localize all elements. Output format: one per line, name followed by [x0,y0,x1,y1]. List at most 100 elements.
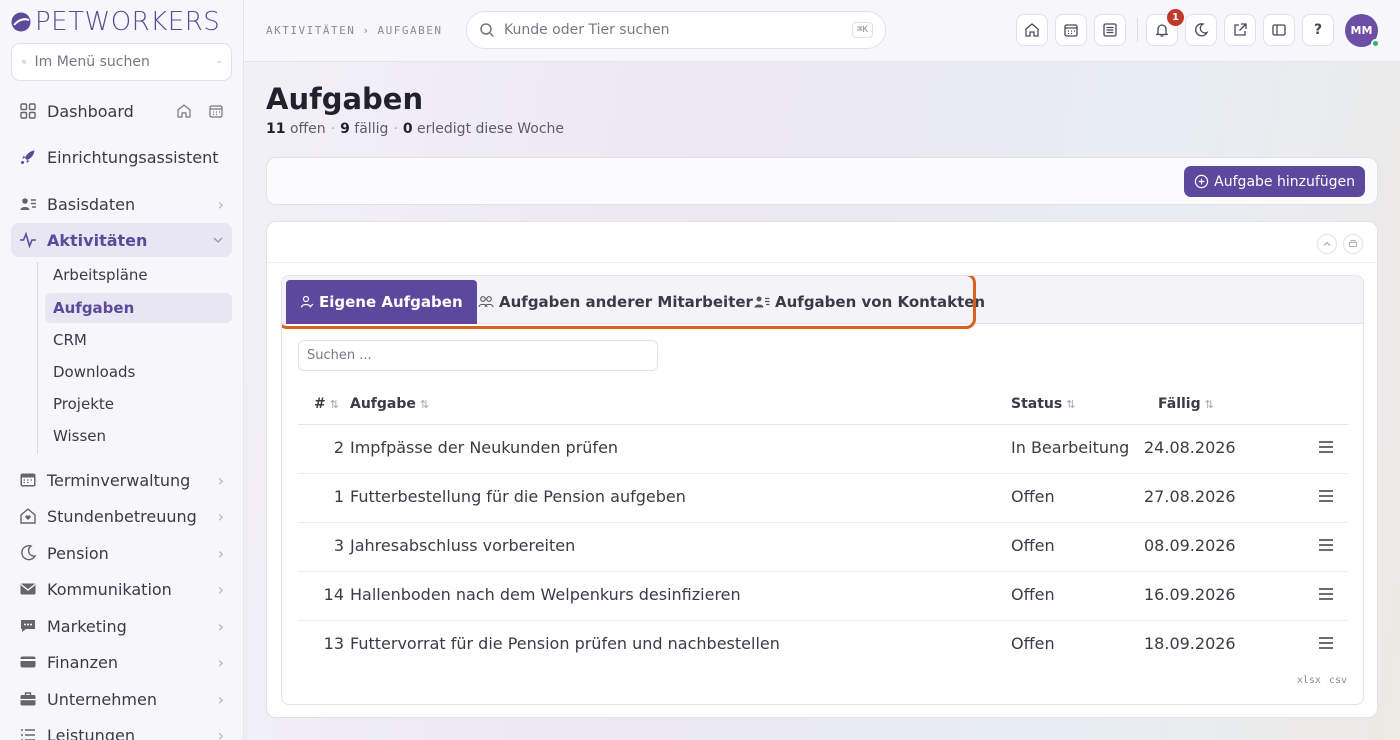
open-label: offen [289,121,326,137]
main-content: Aufgaben 11 offen · 9 fällig · 0 erledig… [244,62,1400,740]
sidebar-toggle-button[interactable] [1263,14,1295,46]
customer-search[interactable]: ⌘K [466,11,886,49]
cell-id: 13 [323,634,344,653]
add-task-button[interactable]: Aufgabe hinzufügen [1184,166,1365,197]
chevron-right-icon: › [217,506,224,526]
online-status-dot [1371,39,1380,48]
moon-icon [1195,23,1209,37]
table-row[interactable]: 3 Jahresabschluss vorbereiten Offen 08.0… [298,523,1348,572]
cell-id: 1 [333,487,344,506]
shortcut-hint: ⌘K [852,22,873,38]
row-menu-icon[interactable] [1318,636,1334,650]
collapse-button[interactable] [1317,234,1337,254]
sidebar-item-pension[interactable]: Pension › [11,536,232,570]
tabs-highlight-frame [282,276,976,329]
menu-search-input[interactable] [34,54,209,70]
sidebar-item-finanzen[interactable]: Finanzen › [11,645,232,679]
sidebar-item-aktivitaeten[interactable]: Aktivitäten [11,223,232,257]
sidebar-item-label: Terminverwaltung [47,470,191,490]
cell-status: Offen [1011,585,1055,604]
activity-icon [20,231,36,249]
breadcrumb: AKTIVITÄTEN › AUFGABEN [266,24,442,37]
menu-search[interactable] [11,43,232,81]
contacts-icon [20,198,36,210]
list-button[interactable] [1094,14,1126,46]
calendar-button[interactable] [1055,14,1087,46]
dark-mode-button[interactable] [1185,14,1217,46]
sidebar-subitem-projekte[interactable]: Projekte [45,389,232,419]
sidebar-subitem-label: Arbeitspläne [53,266,148,284]
sidebar-item-basisdaten[interactable]: Basisdaten › [11,187,232,221]
cell-due: 08.09.2026 [1144,536,1236,555]
row-menu-icon[interactable] [1318,587,1334,601]
export-xlsx-link[interactable]: xlsx [1297,675,1321,686]
sidebar-item-terminverwaltung[interactable]: Terminverwaltung › [11,463,232,497]
table-row[interactable]: 2 Impfpässe der Neukunden prüfen In Bear… [298,425,1348,474]
home-icon[interactable] [176,103,192,119]
sidebar-subitem-arbeitsplaene[interactable]: Arbeitspläne [45,260,232,290]
chevron-right-icon: › [217,194,224,214]
export-csv-link[interactable]: csv [1329,675,1347,686]
card-divider [267,262,1377,263]
sidebar-subitem-label: Aufgaben [53,299,135,317]
cell-due: 18.09.2026 [1144,634,1236,653]
envelope-icon [20,583,36,595]
sidebar-item-label: Unternehmen [47,689,157,709]
row-menu-icon[interactable] [1318,440,1334,454]
sidebar-item-marketing[interactable]: Marketing › [11,609,232,643]
column-header-label: Status [1011,396,1063,412]
tasks-card: Eigene Aufgaben Aufgaben anderer Mitarbe… [266,221,1378,718]
sort-icon: ⇅ [419,397,430,411]
logo-icon [11,12,31,32]
done-label: erledigt diese Woche [417,121,565,137]
home-button[interactable] [1016,14,1048,46]
sidebar-item-unternehmen[interactable]: Unternehmen › [11,682,232,716]
chat-icon [21,620,35,632]
help-button[interactable]: ? [1302,14,1334,46]
cell-id: 14 [323,585,344,604]
column-header-status[interactable]: Status ⇅ [1011,396,1075,412]
sidebar-item-label: Kommunikation [47,579,172,599]
column-header-task[interactable]: Aufgabe ⇅ [350,396,429,412]
table-row[interactable]: 1 Futterbestellung für die Pension aufge… [298,474,1348,523]
rocket-icon [21,150,35,164]
external-link-button[interactable] [1224,14,1256,46]
sidebar-item-stundenbetreuung[interactable]: Stundenbetreuung › [11,499,232,533]
row-menu-icon[interactable] [1318,489,1334,503]
cell-task: Futtervorrat für die Pension prüfen und … [350,634,780,653]
open-count: 11 [266,121,286,137]
column-header-due[interactable]: Fällig ⇅ [1158,396,1214,412]
sidebar-item-label: Marketing [47,616,127,636]
sidebar-item-dashboard[interactable]: Dashboard [11,94,232,128]
logo[interactable]: PETWORKERS [10,6,220,38]
sidebar-item-kommunikation[interactable]: Kommunikation › [11,572,232,606]
sidebar-item-setup-wizard[interactable]: Einrichtungsassistent [11,140,232,174]
page-title: Aufgaben [266,82,424,116]
chevron-right-icon: › [217,579,224,599]
column-header-id[interactable]: # ⇅ [314,396,339,412]
sidebar-subitem-label: Downloads [53,363,136,381]
row-menu-icon[interactable] [1318,538,1334,552]
cell-due: 24.08.2026 [1144,438,1236,457]
sidebar-item-label: Leistungen [47,725,135,740]
sidebar-subitem-aufgaben[interactable]: Aufgaben [45,293,232,323]
sidebar-item-leistungen[interactable]: Leistungen › [11,718,232,740]
customer-search-input[interactable] [504,22,844,38]
chevron-right-icon: › [217,543,224,563]
table-search-input[interactable] [298,340,658,371]
table-row[interactable]: 13 Futtervorrat für die Pension prüfen u… [298,621,1348,670]
chevron-down-icon [213,237,223,243]
home-icon [1025,23,1039,37]
sidebar-subitem-crm[interactable]: CRM [45,325,232,355]
breadcrumb-item[interactable]: AKTIVITÄTEN [266,24,355,37]
table-row[interactable]: 14 Hallenboden nach dem Welpenkurs desin… [298,572,1348,621]
sidebar-subitem-wissen[interactable]: Wissen [45,421,232,451]
print-button[interactable] [1343,234,1363,254]
breadcrumb-item: AUFGABEN [377,24,443,37]
sidebar-subitem-downloads[interactable]: Downloads [45,357,232,387]
search-icon [480,23,495,38]
calendar-icon[interactable] [208,103,224,119]
stats-separator: · [330,121,336,137]
list-icon [21,729,35,740]
sidebar: PETWORKERS Dashboard Einrichtungsassiste… [0,0,244,740]
